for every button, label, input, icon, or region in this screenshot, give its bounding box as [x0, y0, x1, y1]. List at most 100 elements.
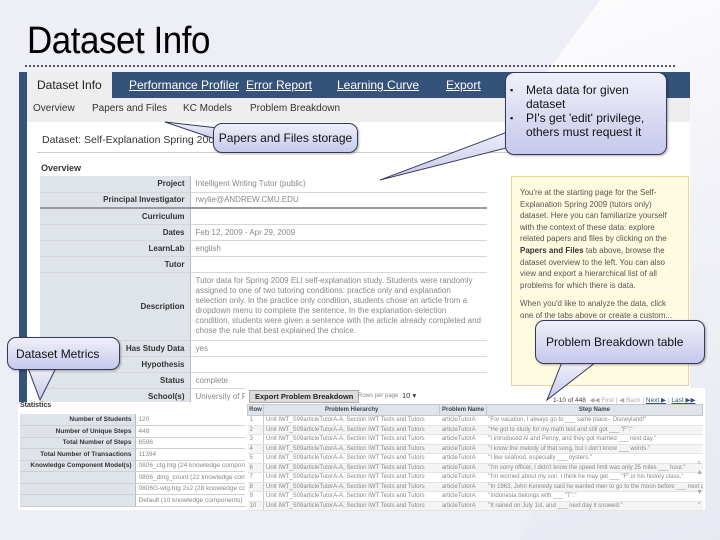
subtab-problem-breakdown[interactable]: Problem Breakdown [250, 103, 340, 114]
field-value: english [190, 240, 487, 257]
problem-name-cell: articleTutorA [439, 425, 487, 435]
slide-title: Dataset Info [27, 20, 210, 62]
stat-row: Total Number of Transactions 11394 [20, 448, 248, 461]
field-label: Project [40, 176, 191, 193]
field-value: yes [190, 340, 487, 357]
row-number: 7 [247, 472, 264, 483]
table-row[interactable]: 2 Unit IWT_S09articleTutorA-A, Section IW… [247, 425, 703, 435]
column-header-problem-name[interactable]: Problem Name [439, 404, 487, 416]
table-row[interactable]: 1 Unit IWT_S09articleTutorA-A, Section IW… [247, 415, 703, 426]
row-number: 1 [247, 415, 264, 426]
problem-name-cell: articleTutorA [439, 491, 487, 502]
tab-dataset-info[interactable]: Dataset Info [27, 72, 112, 98]
subtab-kc-models[interactable]: KC Models [183, 103, 232, 114]
problem-name-cell: articleTutorA [439, 482, 487, 492]
callout-bullets: Meta data for given dataset PI's get 'ed… [506, 83, 666, 139]
row-number: 6 [247, 463, 264, 473]
problem-name-cell: articleTutorA [439, 463, 487, 473]
overview-row: Status complete [40, 372, 487, 389]
back-page-link: ◀ Back [619, 397, 641, 404]
info-text: You're at the starting page for the Self… [520, 188, 667, 244]
overview-row: Dates Feb 12, 2009 - Apr 29, 2009 [40, 224, 487, 241]
rows-per-page-label: Rows per page [358, 393, 399, 399]
next-page-link[interactable]: Next ▶ [646, 397, 666, 404]
table-row[interactable]: 5 Unit IWT_S09articleTutorA-A, Section IW… [247, 453, 703, 464]
callout-text: Problem Breakdown table [546, 335, 684, 349]
stat-value: 120 [135, 414, 248, 426]
field-value: complete [190, 372, 487, 389]
stat-value: 0806G-wlg.htg 2x2 (28 knowledge componen… [135, 483, 248, 495]
overview-row: LearnLab english [40, 240, 487, 257]
field-label: Status [40, 372, 191, 389]
scroll-controls[interactable]: ⌅ ▲ ▼ ⌄ [696, 458, 703, 508]
field-label: LearnLab [40, 240, 191, 257]
callout-problem-breakdown: Problem Breakdown table [535, 320, 705, 364]
step-name-cell: "In 1963, John Kennedy said he wanted me… [486, 482, 703, 492]
callout-meta-data: Meta data for given dataset PI's get 'ed… [505, 72, 667, 155]
tab-error-report[interactable]: Error Report [246, 72, 312, 98]
stat-row: 0806_ding_count (22 knowledge components… [20, 471, 248, 484]
column-header-row[interactable]: Row [247, 404, 264, 416]
stat-row: Number of Unique Steps 448 [20, 425, 248, 438]
problem-hierarchy-cell: Unit IWT_S09articleTutorA-A, Section IWT… [263, 415, 440, 426]
field-label: Tutor [40, 256, 191, 273]
export-problem-breakdown-button[interactable]: Export Problem Breakdown [249, 390, 360, 403]
problem-hierarchy-cell: Unit IWT_S09articleTutorA-A, Section IWT… [263, 501, 440, 511]
overview-row: Description Tutor data for Spring 2009 EL… [40, 272, 487, 341]
callout-bullet: PI's get 'edit' privilege, others must r… [506, 111, 666, 139]
problem-name-cell: articleTutorA [439, 434, 487, 445]
problem-hierarchy-cell: Unit IWT_S09articleTutorA-A, Section IWT… [263, 491, 440, 502]
tab-performance-profiler[interactable]: Performance Profiler [129, 72, 239, 98]
row-number: 9 [247, 491, 264, 502]
table-row[interactable]: 4 Unit IWT_S09articleTutorA-A, Section IW… [247, 444, 703, 454]
step-name-cell: "He got to study for my math test and st… [486, 425, 703, 435]
rows-per-page-select[interactable]: 10 ▾ [402, 391, 416, 400]
stat-label [20, 471, 136, 484]
callout-dataset-metrics: Dataset Metrics [7, 337, 120, 370]
problem-hierarchy-cell: Unit IWT_S09articleTutorA-A, Section IWT… [263, 482, 440, 492]
scroll-bottom-icon[interactable]: ⌄ [696, 498, 703, 508]
field-value: rwylie@ANDREW.CMU.EDU [190, 192, 487, 209]
problem-hierarchy-cell: Unit IWT_S09articleTutorA-A, Section IWT… [263, 472, 440, 483]
tab-export[interactable]: Export [446, 72, 481, 98]
table-row[interactable]: 10 Unit IWT_S09articleTutorA-A, Section I… [247, 501, 703, 511]
problem-breakdown-panel: Export Problem Breakdown Rows per page 1… [245, 388, 705, 511]
stat-value: 448 [135, 425, 248, 438]
subtab-overview[interactable]: Overview [33, 103, 75, 114]
scroll-down-icon[interactable]: ▼ [696, 488, 703, 498]
problem-name-cell: articleTutorA [439, 501, 487, 511]
table-row[interactable]: 3 Unit IWT_S09articleTutorA-A, Section IW… [247, 434, 703, 445]
step-name-cell: "I'm worried about my son. I think he ma… [486, 472, 703, 483]
problem-name-cell: articleTutorA [439, 472, 487, 483]
last-page-link[interactable]: Last ▶▶ [671, 397, 695, 404]
column-header-step-name[interactable]: Step Name [485, 404, 704, 416]
overview-heading: Overview [41, 163, 82, 173]
table-row[interactable]: 8 Unit IWT_S09articleTutorA-A, Section IW… [247, 482, 703, 492]
stat-row: Knowledge Component Model(s) 0806_ctg.htg… [20, 460, 248, 472]
step-name-cell: "For vacation, I always go to ___ same p… [486, 415, 703, 426]
problem-name-cell: articleTutorA [439, 415, 487, 426]
field-value [190, 356, 487, 373]
problem-hierarchy-cell: Unit IWT_S09articleTutorA-A, Section IWT… [263, 453, 440, 464]
field-value: Tutor data for Spring 2009 ELI self-expl… [190, 272, 487, 341]
subtab-papers-and-files[interactable]: Papers and Files [92, 103, 167, 114]
problem-name-cell: articleTutorA [439, 444, 487, 454]
column-header-problem-hierarchy[interactable]: Problem Hierarchy [262, 404, 441, 416]
first-page-link: ◀◀ First [589, 397, 614, 404]
info-paragraph: You're at the starting page for the Self… [520, 187, 680, 291]
row-number: 8 [247, 482, 264, 492]
scroll-top-icon[interactable]: ⌅ [696, 458, 703, 468]
field-value: Feb 12, 2009 - Apr 29, 2009 [190, 224, 487, 241]
table-row[interactable]: 9 Unit IWT_S09articleTutorA-A, Section IW… [247, 491, 703, 502]
scroll-up-icon[interactable]: ▲ [696, 468, 703, 478]
stat-value: 11394 [135, 448, 248, 461]
problem-breakdown-table: Row Problem Hierarchy Problem Name Step … [247, 404, 704, 511]
overview-row: Tutor [40, 256, 487, 273]
stat-row: Default (10 knowledge components) [20, 494, 248, 507]
field-value [190, 256, 487, 273]
table-row[interactable]: 6 Unit IWT_S09articleTutorA-A, Section IW… [247, 463, 703, 473]
tab-learning-curve[interactable]: Learning Curve [337, 72, 419, 98]
table-row[interactable]: 7 Unit IWT_S09articleTutorA-A, Section IW… [247, 472, 703, 483]
stat-label: Number of Students [20, 414, 136, 426]
stat-row: Total Number of Steps 6596 [20, 437, 248, 449]
